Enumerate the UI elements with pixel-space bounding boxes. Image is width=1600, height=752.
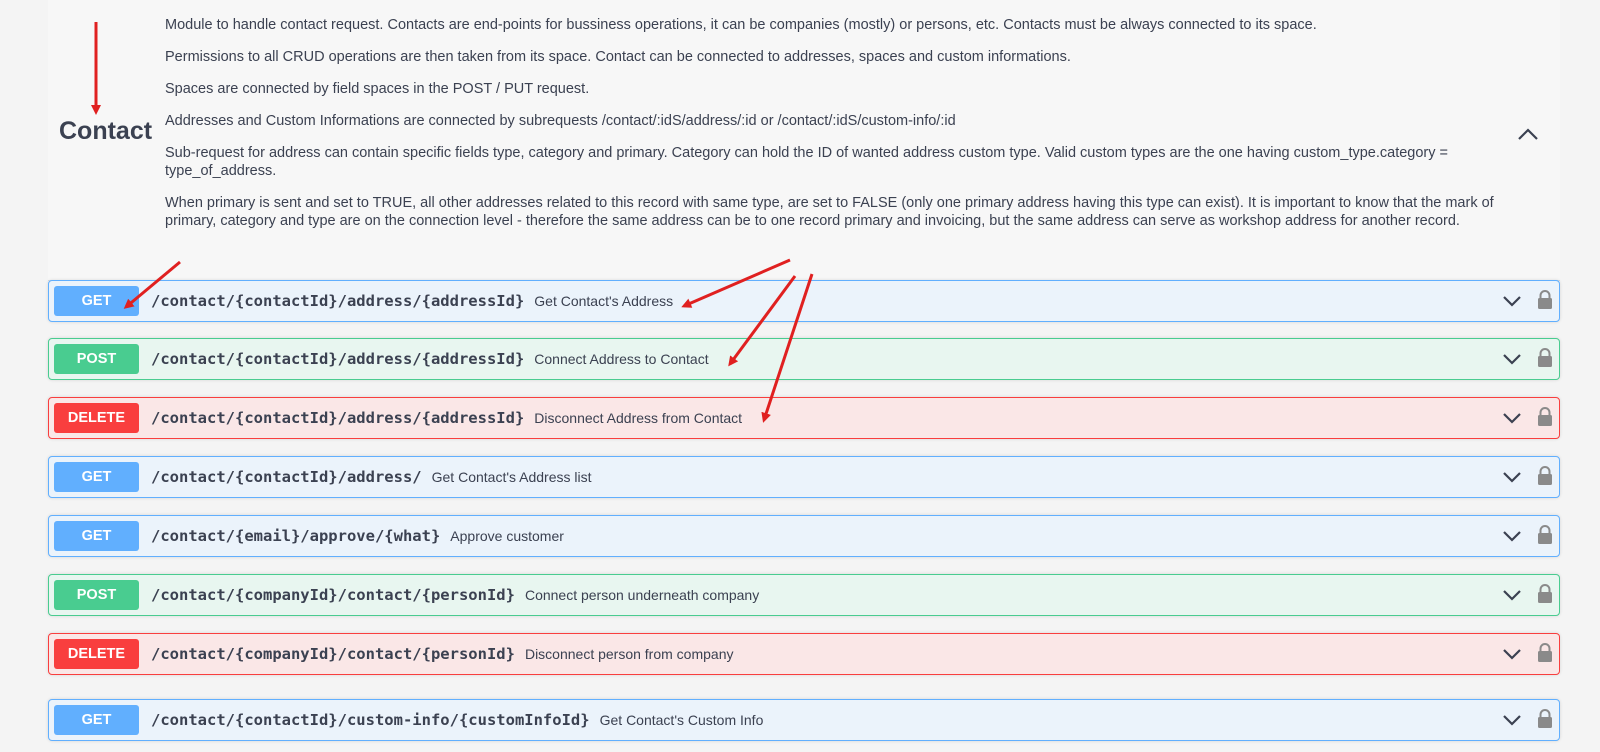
- lock-icon[interactable]: [1536, 642, 1554, 664]
- chevron-down-icon[interactable]: [1501, 587, 1523, 603]
- chevron-down-icon[interactable]: [1501, 351, 1523, 367]
- operation-delete-contact-address[interactable]: DELETE /contact/{contactId}/address/{add…: [48, 397, 1560, 439]
- description-paragraph: Sub-request for address can contain spec…: [165, 145, 1448, 179]
- method-badge: GET: [54, 705, 139, 735]
- path-text: /contact/{companyId}/contact/{personId}: [151, 645, 515, 663]
- operation-path: /contact/{contactId}/address/{addressId}…: [151, 339, 709, 379]
- tag-title[interactable]: Contact: [59, 117, 152, 146]
- path-text: /contact/{contactId}/address/: [151, 468, 422, 486]
- operation-post-contact-address[interactable]: POST /contact/{contactId}/address/{addre…: [48, 338, 1560, 380]
- path-text: /contact/{contactId}/address/{addressId}: [151, 350, 525, 368]
- chevron-down-icon[interactable]: [1501, 469, 1523, 485]
- method-badge: POST: [54, 580, 139, 610]
- operation-delete-disconnect-person[interactable]: DELETE /contact/{companyId}/contact/{per…: [48, 633, 1560, 675]
- operation-summary: Approve customer: [450, 528, 564, 544]
- tag-description: Module to handle contact request. Contac…: [165, 16, 1545, 244]
- operation-path: /contact/{email}/approve/{what} Approve c…: [151, 516, 564, 556]
- chevron-down-icon[interactable]: [1501, 528, 1523, 544]
- lock-icon[interactable]: [1536, 524, 1554, 546]
- operation-summary: Get Contact's Address: [534, 293, 674, 309]
- lock-icon[interactable]: [1536, 347, 1554, 369]
- tag-section-contact[interactable]: Contact Module to handle contact request…: [48, 0, 1560, 281]
- operation-summary: Get Contact's Address list: [431, 469, 592, 485]
- lock-icon[interactable]: [1536, 708, 1554, 730]
- lock-icon[interactable]: [1536, 406, 1554, 428]
- description-paragraph: Module to handle contact request. Contac…: [165, 17, 1317, 33]
- operation-get-approve-customer[interactable]: GET /contact/{email}/approve/{what} Appro…: [48, 515, 1560, 557]
- chevron-down-icon[interactable]: [1501, 646, 1523, 662]
- operation-get-custom-info[interactable]: GET /contact/{contactId}/custom-info/{cu…: [48, 699, 1560, 741]
- method-badge: GET: [54, 462, 139, 492]
- method-badge: DELETE: [54, 403, 139, 433]
- path-text: /contact/{contactId}/address/{addressId}: [151, 292, 525, 310]
- method-badge: POST: [54, 344, 139, 374]
- chevron-down-icon[interactable]: [1501, 712, 1523, 728]
- operation-summary: Connect person underneath company: [524, 587, 760, 603]
- operation-post-connect-person[interactable]: POST /contact/{companyId}/contact/{perso…: [48, 574, 1560, 616]
- chevron-up-icon[interactable]: [1516, 125, 1540, 143]
- operation-path: /contact/{contactId}/custom-info/{custom…: [151, 700, 763, 740]
- description-paragraph: Spaces are connected by field spaces in …: [165, 81, 590, 97]
- description-paragraph: Addresses and Custom Informations are co…: [165, 113, 956, 129]
- method-badge: DELETE: [54, 639, 139, 669]
- operation-path: /contact/{contactId}/address/Get Contact…: [151, 457, 591, 497]
- method-badge: GET: [54, 521, 139, 551]
- operation-summary: Get Contact's Custom Info: [599, 712, 764, 728]
- lock-icon[interactable]: [1536, 583, 1554, 605]
- operation-summary: Disconnect Address from Contact: [534, 410, 743, 426]
- operation-path: /contact/{companyId}/contact/{personId} C…: [151, 575, 759, 615]
- chevron-down-icon[interactable]: [1501, 410, 1523, 426]
- method-badge: GET: [54, 286, 139, 316]
- operation-summary: Disconnect person from company: [524, 646, 734, 662]
- path-text: /contact/{contactId}/custom-info/{custom…: [151, 711, 590, 729]
- operation-get-contact-address-list[interactable]: GET /contact/{contactId}/address/Get Con…: [48, 456, 1560, 498]
- operation-summary: Connect Address to Contact: [534, 351, 709, 367]
- chevron-down-icon[interactable]: [1501, 293, 1523, 309]
- operation-path: /contact/{contactId}/address/{addressId}…: [151, 398, 742, 438]
- path-text: /contact/{contactId}/address/{addressId}: [151, 409, 525, 427]
- operation-path: /contact/{contactId}/address/{addressId}…: [151, 281, 673, 321]
- operation-get-contact-address[interactable]: GET /contact/{contactId}/address/{addres…: [48, 280, 1560, 322]
- path-text: /contact/{email}/approve/{what}: [151, 527, 441, 545]
- description-paragraph: Permissions to all CRUD operations are t…: [165, 49, 1071, 65]
- operation-path: /contact/{companyId}/contact/{personId} D…: [151, 634, 734, 674]
- lock-icon[interactable]: [1536, 289, 1554, 311]
- description-paragraph: When primary is sent and set to TRUE, al…: [165, 195, 1494, 229]
- lock-icon[interactable]: [1536, 465, 1554, 487]
- path-text: /contact/{companyId}/contact/{personId}: [151, 586, 515, 604]
